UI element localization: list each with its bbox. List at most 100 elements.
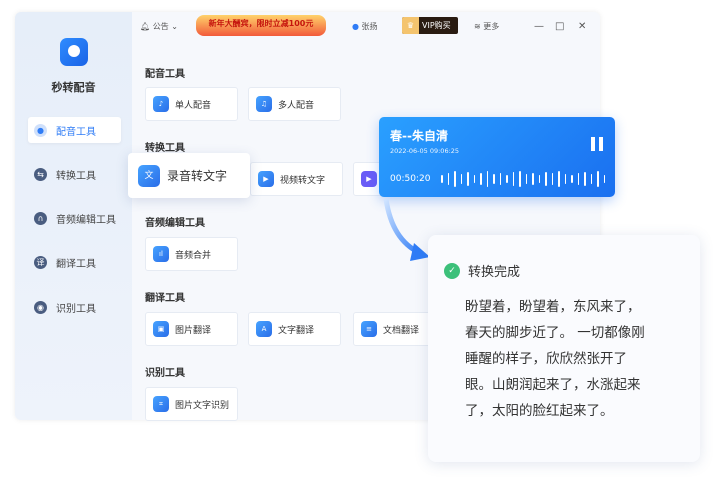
section-title: 识别工具 <box>145 368 185 379</box>
notice-button[interactable]: 🔔︎ 公告 ⌄ <box>140 21 178 32</box>
audio-text-icon: 文 <box>138 164 160 187</box>
card-label: 单人配音 <box>175 100 212 111</box>
card-audio-to-text[interactable]: 文录音转文字 <box>128 153 250 198</box>
sidebar-item-translate[interactable]: 译翻译工具 <box>28 249 121 275</box>
card-audio-merge[interactable]: ıl 音频合并 <box>145 237 238 271</box>
sidebar: 秒转配音 ● 配音工具 ⇆ 转换工具 ∩ 音频编辑工具 译翻译工具 ◉ 识别工具 <box>15 12 132 420</box>
wave-bar <box>519 171 521 187</box>
merge-icon: ıl <box>153 246 169 262</box>
wave-bar <box>506 175 508 183</box>
top-bar: 🔔︎ 公告 ⌄ 新年大酬宾，限时立减100元 ● 张扬 VIP购买 ≋ 更多 —… <box>132 12 600 40</box>
wave-bar <box>538 175 540 183</box>
card-label: 图片文字识别 <box>175 400 230 411</box>
app-logo-icon <box>60 38 88 66</box>
user-button[interactable]: ● 张扬 <box>352 21 378 32</box>
card-image-ocr[interactable]: ⌗ 图片文字识别 <box>145 387 238 421</box>
maximize-button[interactable]: □ <box>555 21 564 32</box>
wave-bar <box>551 173 553 185</box>
vip-button[interactable]: VIP购买 <box>402 17 458 34</box>
wave-bar <box>454 171 456 187</box>
wave-bar <box>571 175 573 183</box>
sidebar-item-label: 音频编辑工具 <box>56 214 116 226</box>
card-video-to-text[interactable]: ▶ 视频转文字 <box>250 162 343 196</box>
card-label: 音频合并 <box>175 250 212 261</box>
wave-bar <box>590 174 592 184</box>
result-text: 盼望着，盼望着，东风来了， 春天的脚步近了。 一切都像刚 睡醒的样子，欣欣然张开… <box>465 299 645 419</box>
wave-bar <box>493 174 495 184</box>
translate-icon: 译 <box>34 255 47 269</box>
card-multi-dubbing[interactable]: ♫ 多人配音 <box>248 87 341 121</box>
result-card: ✓ 转换完成 盼望着，盼望着，东风来了， 春天的脚步近了。 一切都像刚 睡醒的样子… <box>428 235 700 462</box>
section-title: 转换工具 <box>145 143 185 154</box>
swap-icon: ⇆ <box>34 167 47 181</box>
card-label: 文字翻译 <box>278 325 315 336</box>
sidebar-item-recognize[interactable]: ◉ 识别工具 <box>28 294 121 320</box>
card-label: 多人配音 <box>278 100 315 111</box>
sidebar-item-convert[interactable]: ⇆ 转换工具 <box>28 161 121 187</box>
sidebar-item-label: 转换工具 <box>56 170 96 182</box>
wave-bar <box>577 173 579 185</box>
audio-convert-icon: ▶ <box>361 171 377 187</box>
wave-bar <box>584 172 586 186</box>
wave-bar <box>473 175 475 183</box>
layers-icon: ≋ <box>474 21 481 31</box>
headphones-icon: ∩ <box>34 211 47 225</box>
minimize-button[interactable]: — <box>534 21 544 32</box>
player-title: 春--朱自清 <box>390 129 448 143</box>
wave-bar <box>441 175 443 183</box>
image-icon: ▣ <box>153 321 169 337</box>
sidebar-item-label: 配音工具 <box>56 126 96 138</box>
wave-bar <box>564 174 566 184</box>
wave-bar <box>447 173 449 185</box>
wave-bar <box>467 172 469 186</box>
document-icon: ≡ <box>361 321 377 337</box>
bell-icon: 🔔︎ <box>140 21 153 31</box>
waveform <box>441 171 605 187</box>
wave-bar <box>480 173 482 185</box>
wave-bar <box>545 172 547 186</box>
card-label: 图片翻译 <box>175 325 212 336</box>
app-name: 秒转配音 <box>51 81 96 94</box>
section-title: 翻译工具 <box>145 293 185 304</box>
player-date: 2022-06-05 09:06:25 <box>390 147 460 155</box>
user-icon: ● <box>352 21 359 31</box>
scan-icon: ⌗ <box>153 396 169 412</box>
user-name: 张扬 <box>361 21 378 31</box>
users-voice-icon: ♫ <box>256 96 272 112</box>
check-icon: ✓ <box>444 262 460 279</box>
user-voice-icon: ♪ <box>153 96 169 112</box>
player-time: 00:50:20 <box>390 174 431 184</box>
card-image-translate[interactable]: ▣ 图片翻译 <box>145 312 238 346</box>
video-text-icon: ▶ <box>258 171 274 187</box>
wave-bar <box>512 172 514 186</box>
result-status: 转换完成 <box>468 265 521 280</box>
notice-label: 公告 <box>152 21 169 31</box>
section-title: 配音工具 <box>145 69 185 80</box>
wave-bar <box>486 171 488 187</box>
text-translate-icon: A <box>256 321 272 337</box>
section-title: 音频编辑工具 <box>145 218 205 229</box>
card-label: 视频转文字 <box>280 175 326 186</box>
card-text-translate[interactable]: A 文字翻译 <box>248 312 341 346</box>
sidebar-item-label: 翻译工具 <box>56 258 96 270</box>
wave-bar <box>499 173 501 185</box>
more-label: 更多 <box>483 21 500 31</box>
card-single-dubbing[interactable]: ♪ 单人配音 <box>145 87 238 121</box>
close-button[interactable]: ✕ <box>578 21 586 32</box>
wave-bar <box>532 173 534 185</box>
eye-icon: ◉ <box>34 300 47 314</box>
promo-banner[interactable]: 新年大酬宾，限时立减100元 <box>196 15 326 36</box>
card-label: 文档翻译 <box>383 325 420 336</box>
sidebar-item-audio-edit[interactable]: ∩ 音频编辑工具 <box>28 205 121 231</box>
card-label: 录音转文字 <box>167 169 228 183</box>
more-button[interactable]: ≋ 更多 <box>474 21 499 32</box>
wave-bar <box>460 174 462 184</box>
sidebar-item-dubbing[interactable]: ● 配音工具 <box>28 117 121 143</box>
sidebar-item-label: 识别工具 <box>56 303 96 315</box>
audio-player-card: 春--朱自清 2022-06-05 09:06:25 00:50:20 <box>379 117 615 197</box>
pause-icon[interactable] <box>591 137 603 151</box>
wave-bar <box>603 175 605 183</box>
wave-bar <box>525 174 527 184</box>
wave-bar <box>597 171 599 187</box>
mic-icon: ● <box>34 123 47 137</box>
